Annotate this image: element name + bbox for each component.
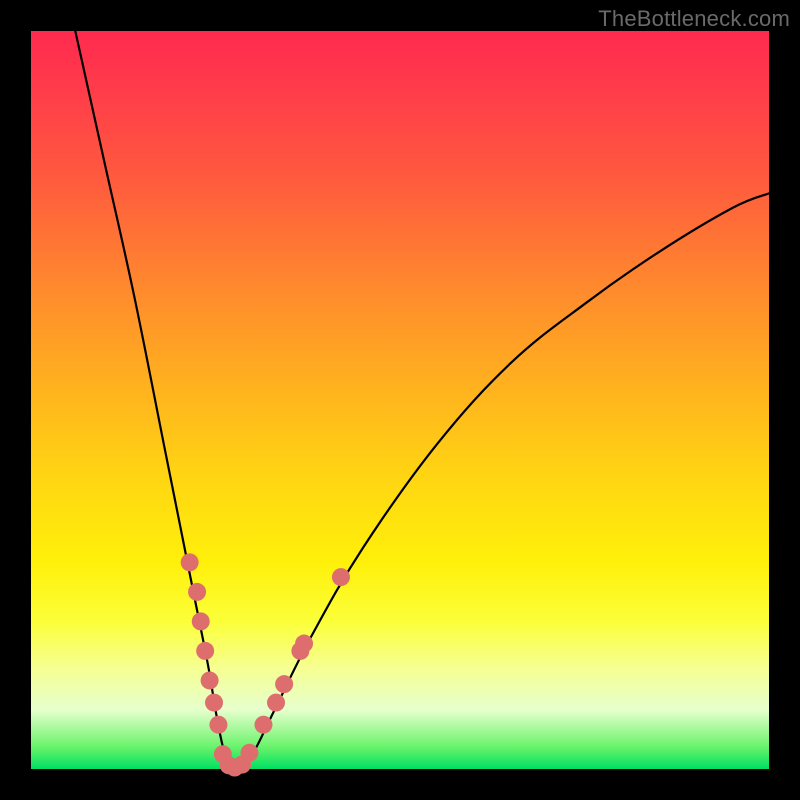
data-marker <box>192 612 210 630</box>
data-marker <box>205 694 223 712</box>
data-marker <box>188 583 206 601</box>
chart-svg <box>31 31 769 769</box>
data-marker <box>209 716 227 734</box>
data-marker <box>332 568 350 586</box>
outer-frame: TheBottleneck.com <box>0 0 800 800</box>
data-marker <box>201 671 219 689</box>
data-marker <box>295 635 313 653</box>
plot-area <box>31 31 769 769</box>
data-marker <box>240 744 258 762</box>
watermark-text: TheBottleneck.com <box>598 6 790 32</box>
bottleneck-curve <box>75 31 769 772</box>
data-marker <box>267 694 285 712</box>
data-marker <box>181 553 199 571</box>
data-marker <box>254 716 272 734</box>
data-marker <box>196 642 214 660</box>
marker-group <box>181 553 350 776</box>
data-marker <box>275 675 293 693</box>
